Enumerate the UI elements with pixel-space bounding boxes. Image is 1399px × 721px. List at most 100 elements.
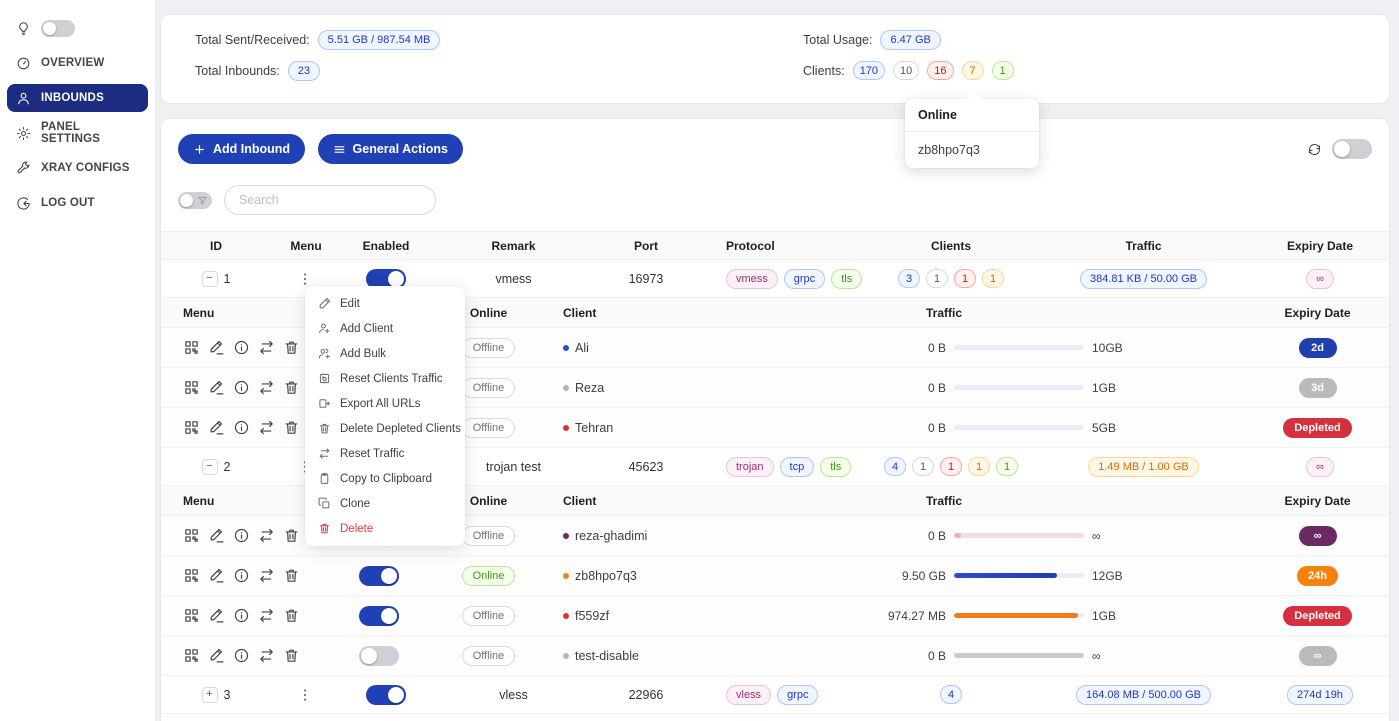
inbound-clients: 3111 (866, 269, 1036, 288)
client-color-dot (563, 425, 569, 431)
swap-icon[interactable] (258, 379, 275, 396)
traffic-badge: 384.81 KB / 50.00 GB (1080, 269, 1207, 289)
inbound-id-cell: −2 (161, 459, 271, 475)
pencil-icon[interactable] (208, 647, 225, 664)
toggle-knob (361, 648, 377, 664)
info-icon[interactable] (233, 647, 250, 664)
traffic-progress (954, 573, 1084, 578)
pencil-icon[interactable] (208, 339, 225, 356)
trash-icon[interactable] (283, 379, 300, 396)
pencil-icon[interactable] (208, 527, 225, 544)
swap-icon[interactable] (258, 567, 275, 584)
client-expiry-cell: Depleted (1246, 606, 1389, 626)
swap-icon[interactable] (258, 527, 275, 544)
pencil-icon[interactable] (208, 419, 225, 436)
client-enabled-toggle[interactable] (359, 566, 399, 586)
qrcode-icon[interactable] (183, 527, 200, 544)
menu-item-reset-traffic[interactable]: Reset Traffic (305, 441, 465, 466)
traffic-used: 0 B (860, 421, 946, 435)
toggle-knob (388, 271, 404, 287)
logout-icon (16, 196, 31, 211)
menu-item-clone[interactable]: Clone (305, 491, 465, 516)
theme-toggle[interactable] (41, 20, 75, 37)
traffic-progress-fill (954, 573, 1057, 578)
menu-item-edit[interactable]: Edit (305, 291, 465, 316)
sidebar-item-xray-configs[interactable]: XRAY CONFIGS (7, 154, 148, 182)
stat-line: Clients:170101671 (803, 61, 1014, 80)
qrcode-icon[interactable] (183, 379, 200, 396)
swap-icon[interactable] (258, 647, 275, 664)
add-inbound-button[interactable]: Add Inbound (178, 134, 305, 164)
trash-icon[interactable] (283, 567, 300, 584)
qrcode-icon[interactable] (183, 567, 200, 584)
auto-refresh-toggle[interactable] (1332, 139, 1372, 159)
filter-toggle[interactable] (178, 192, 212, 209)
trash-icon[interactable] (283, 527, 300, 544)
traffic-used: 0 B (860, 649, 946, 663)
client-color-dot (563, 385, 569, 391)
search-input[interactable] (224, 185, 436, 215)
swap-icon[interactable] (258, 419, 275, 436)
expiry-badge: 2d (1299, 338, 1337, 358)
sidebar-item-panel-settings[interactable]: PANEL SETTINGS (7, 119, 148, 147)
swap-icon[interactable] (258, 607, 275, 624)
client-row: Onlinezb8hpo7q39.50 GB12GB24h (161, 556, 1389, 596)
sidebar-item-inbounds[interactable]: INBOUNDS (7, 84, 148, 112)
sidebar-item-log-out[interactable]: LOG OUT (7, 189, 148, 217)
client-traffic-cell: 974.27 MB1GB (826, 609, 1246, 623)
menu-item-copy-to-clipboard[interactable]: Copy to Clipboard (305, 466, 465, 491)
menu-item-export-all-urls[interactable]: Export All URLs (305, 391, 465, 416)
inbound-port: 22966 (596, 688, 696, 702)
menu-item-delete-depleted-clients[interactable]: Delete Depleted Clients (305, 416, 465, 441)
traffic-progress (954, 533, 1084, 538)
traffic-badge: 164.08 MB / 500.00 GB (1076, 685, 1211, 705)
inbound-enabled-cell (341, 685, 431, 705)
client-name-cell: reza-ghadimi (541, 529, 826, 543)
client-enabled-toggle[interactable] (359, 646, 399, 666)
clipboard-icon (318, 472, 331, 485)
expander-button[interactable]: + (202, 687, 218, 703)
qrcode-icon[interactable] (183, 419, 200, 436)
menu-item-label: Delete Depleted Clients (340, 423, 461, 435)
menu-item-reset-clients-traffic[interactable]: Reset Clients Traffic (305, 366, 465, 391)
traffic-progress (954, 385, 1084, 390)
info-icon[interactable] (233, 339, 250, 356)
swap-icon[interactable] (258, 339, 275, 356)
trash-icon[interactable] (283, 607, 300, 624)
row-menu-button[interactable] (297, 684, 315, 706)
inbound-port: 45623 (596, 460, 696, 474)
info-icon[interactable] (233, 419, 250, 436)
info-icon[interactable] (233, 607, 250, 624)
enabled-toggle[interactable] (366, 685, 406, 705)
qrcode-icon[interactable] (183, 647, 200, 664)
qrcode-icon[interactable] (183, 607, 200, 624)
menu-item-add-bulk[interactable]: Add Bulk (305, 341, 465, 366)
trash-icon[interactable] (283, 339, 300, 356)
info-icon[interactable] (233, 379, 250, 396)
trash-icon[interactable] (283, 419, 300, 436)
pencil-icon[interactable] (208, 567, 225, 584)
traffic-bar: 9.50 GB12GB (848, 569, 1246, 583)
refresh-icon[interactable] (1307, 142, 1322, 157)
client-count-badge: 1 (968, 457, 990, 476)
client-name: zb8hpo7q3 (575, 569, 637, 583)
sidebar-item-overview[interactable]: OVERVIEW (7, 49, 148, 77)
menu-item-delete[interactable]: Delete (305, 516, 465, 541)
client-row: Offlinef559zf974.27 MB1GBDepleted (161, 596, 1389, 636)
client-expiry-cell: ∞ (1246, 646, 1389, 666)
menu-item-add-client[interactable]: Add Client (305, 316, 465, 341)
trash-icon[interactable] (283, 647, 300, 664)
client-enabled-toggle[interactable] (359, 606, 399, 626)
expander-button[interactable]: − (202, 271, 218, 287)
sidebar: OVERVIEW INBOUNDS PANEL SETTINGS XRAY CONFI… (0, 0, 155, 721)
info-icon[interactable] (233, 527, 250, 544)
pencil-icon[interactable] (208, 607, 225, 624)
qrcode-icon[interactable] (183, 339, 200, 356)
general-actions-button[interactable]: General Actions (318, 134, 463, 164)
general-actions-label: General Actions (353, 142, 448, 156)
online-status-badge: Offline (462, 606, 516, 626)
info-icon[interactable] (233, 567, 250, 584)
menu-item-label: Delete (340, 523, 373, 535)
pencil-icon[interactable] (208, 379, 225, 396)
expander-button[interactable]: − (202, 459, 218, 475)
